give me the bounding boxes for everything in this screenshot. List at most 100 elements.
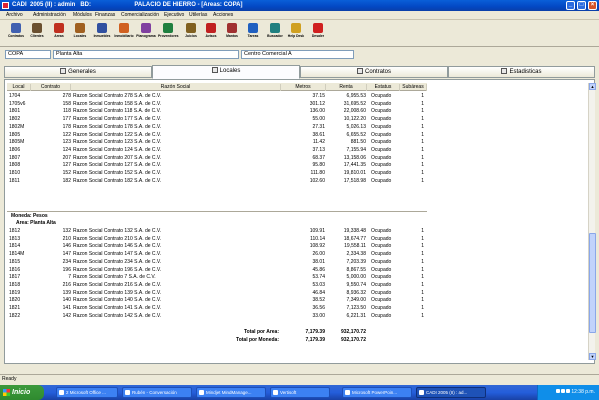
table-row[interactable]: 1802 177 Razon Social Contrato 177 S.A. de…: [7, 116, 427, 123]
table-row[interactable]: 1811 182 Razon Social Contrato 182 S.A. de…: [7, 178, 427, 185]
table-row[interactable]: 1817 7 Razon Social Contrato 7 S.A. de C.V…: [7, 274, 427, 281]
table-row[interactable]: 1821 141 Razon Social Contrato 141 S.A. de…: [7, 305, 427, 312]
menu-utilerias[interactable]: Utilerías: [189, 12, 207, 18]
tab-locales[interactable]: Locales: [152, 65, 300, 79]
toolbar-button-contratos[interactable]: Contratos: [6, 22, 26, 45]
cell-subareas: 1: [421, 312, 424, 319]
menu-comercializacion[interactable]: Comercialización: [121, 12, 159, 18]
table-row[interactable]: 1805 122 Razon Social Contrato 122 S.A. de…: [7, 132, 427, 139]
table-row[interactable]: 1802M 178 Razon Social Contrato 178 S.A. d…: [7, 124, 427, 131]
table-row[interactable]: 1819 139 Razon Social Contrato 139 S.A. de…: [7, 290, 427, 297]
toolbar-button-clientes[interactable]: Clientes: [27, 22, 47, 45]
areas-icon: [54, 23, 64, 33]
cell-renta: 17,441.35: [343, 162, 366, 169]
table-row[interactable]: 1805M 123 Razon Social Contrato 123 S.A. d…: [7, 139, 427, 146]
toolbar-button-areas[interactable]: Areas: [49, 22, 69, 45]
table-row[interactable]: 1705v6 158 Razon Social Contrato 158 S.A. …: [7, 101, 427, 108]
menu-finanzas[interactable]: Finanzas: [95, 12, 115, 18]
menu-ejecutivo[interactable]: Ejecutivo: [164, 12, 184, 18]
col-renta[interactable]: Renta: [326, 84, 367, 91]
taskbar-item-mindmanager[interactable]: Mindjet MindManage...: [196, 387, 266, 398]
cell-razon-social: Razon Social Contrato 216 S.A. de C.V.: [73, 281, 162, 288]
table-row[interactable]: 1820 140 Razon Social Contrato 140 S.A. de…: [7, 297, 427, 304]
table-row[interactable]: 1814M 147 Razon Social Contrato 147 S.A. d…: [7, 251, 427, 258]
scroll-down-icon[interactable]: ▼: [589, 353, 596, 360]
toolbar-button-planograma[interactable]: Planograma: [136, 22, 156, 45]
taskbar-item-vertisoft[interactable]: Vertisoft: [270, 387, 330, 398]
taskbar-item-chat[interactable]: Rubén - Conversación: [122, 387, 192, 398]
toolbar-button-help-desk[interactable]: Help Desk: [286, 22, 306, 45]
area-name-field[interactable]: Planta Alta: [53, 50, 239, 59]
center-name-field[interactable]: Centro Comercial A: [241, 50, 354, 59]
scroll-thumb[interactable]: [589, 233, 596, 333]
table-row[interactable]: 1815 234 Razon Social Contrato 234 S.A. de…: [7, 259, 427, 266]
start-label: Inicio: [12, 389, 31, 396]
maximize-button[interactable]: □: [577, 1, 586, 10]
taskbar-item-powerpoint[interactable]: Microsoft PowerPoin...: [342, 387, 412, 398]
tab-contratos[interactable]: Contratos: [300, 66, 448, 78]
vertical-scrollbar[interactable]: ▲ ▼: [588, 83, 596, 360]
toolbar-label: Clientes: [30, 34, 44, 38]
cell-local: 1814: [9, 243, 21, 250]
menu-modulos[interactable]: Módulos: [73, 12, 92, 18]
col-estatus[interactable]: Estatus: [367, 84, 400, 91]
col-razon-social[interactable]: Razón Social: [71, 84, 281, 91]
table-row[interactable]: 1816 196 Razon Social Contrato 196 S.A. de…: [7, 267, 427, 274]
col-local[interactable]: Local: [7, 84, 31, 91]
cell-contrato: 234: [62, 258, 71, 265]
toolbar-button-locales[interactable]: Locales: [70, 22, 90, 45]
cell-local: 1810: [9, 170, 21, 176]
col-metros[interactable]: Metros: [281, 84, 326, 91]
cell-contrato: 140: [62, 297, 71, 304]
tray-icon[interactable]: [566, 389, 571, 393]
tray-icon[interactable]: [556, 389, 561, 393]
toolbar-button-tareas[interactable]: Tareas: [243, 22, 263, 45]
menu-archivo[interactable]: Archivo: [6, 12, 23, 18]
table-row[interactable]: 1801 118 Razon Social Contrato 118 S.A. de…: [7, 108, 427, 115]
office-icon: [59, 390, 64, 395]
menu-acciones[interactable]: Acciones: [213, 12, 233, 18]
cell-estatus: Ocupado: [371, 116, 392, 123]
table-row[interactable]: 1807 207 Razon Social Contrato 207 S.A. de…: [7, 155, 427, 162]
scroll-up-icon[interactable]: ▲: [589, 83, 596, 90]
toolbar-label: Mantos: [226, 34, 238, 38]
table-row[interactable]: 1822 142 Razon Social Contrato 142 S.A. de…: [7, 313, 427, 320]
col-subareas[interactable]: Subáreas: [400, 84, 427, 91]
table-row[interactable]: 1818 216 Razon Social Contrato 216 S.A. de…: [7, 282, 427, 289]
minimize-button[interactable]: _: [566, 1, 575, 10]
table-row[interactable]: 1810 152 Razon Social Contrato 152 S.A. de…: [7, 170, 427, 177]
tray-icon[interactable]: [561, 389, 566, 393]
table-row[interactable]: 1812 132 Razon Social Contrato 132 S.A. de…: [7, 228, 427, 235]
toolbar-button-inmuebles[interactable]: Inmuebles: [92, 22, 112, 45]
table-row[interactable]: 1813 210 Razon Social Contrato 210 S.A. de…: [7, 236, 427, 243]
toolbar-button-buscador[interactable]: Buscador: [265, 22, 285, 45]
cell-subareas: 1: [421, 116, 424, 123]
cell-metros: 38.52: [312, 297, 325, 304]
cell-contrato: 142: [62, 312, 71, 319]
cell-subareas: 1: [421, 93, 424, 99]
col-contrato[interactable]: Contrato: [31, 84, 71, 91]
tab-generales[interactable]: Generales: [4, 66, 152, 78]
toolbar-button-mantos[interactable]: Mantos: [222, 22, 242, 45]
cell-razon-social: Razon Social Contrato 147 S.A. de C.V.: [73, 251, 162, 258]
cell-estatus: Ocupado: [371, 177, 392, 184]
toolbar-button-inmobiliario[interactable]: Inmobiliario: [114, 22, 134, 45]
menu-administracion[interactable]: Administración: [33, 12, 66, 18]
toolbar-button-avisos[interactable]: Avisos: [201, 22, 221, 45]
close-button[interactable]: ×: [588, 1, 597, 10]
cell-contrato: 210: [62, 235, 71, 242]
toolbar-button-juicios[interactable]: Juicios: [181, 22, 201, 45]
taskbar-item-cadi[interactable]: CADI 2005 (II) : ad...: [416, 387, 486, 398]
tab-estadisticas[interactable]: Estadisticas: [448, 66, 595, 78]
toolbar-button-desaler[interactable]: Desaler: [308, 22, 328, 45]
cell-metros: 110.14: [310, 235, 325, 242]
start-button[interactable]: Inicio: [0, 385, 44, 400]
table-row[interactable]: 1704 278 Razon Social Contrato 278 S.A. de…: [7, 93, 427, 100]
table-row[interactable]: 1808 127 Razon Social Contrato 127 S.A. de…: [7, 162, 427, 169]
table-row[interactable]: 1814 146 Razon Social Contrato 146 S.A. de…: [7, 243, 427, 250]
table-row[interactable]: 1806 124 Razon Social Contrato 124 S.A. de…: [7, 147, 427, 154]
toolbar-button-proveedores[interactable]: Proveedores: [158, 22, 179, 45]
area-code-field[interactable]: COPA: [5, 50, 51, 59]
cell-razon-social: Razon Social Contrato 182 S.A. de C.V.: [73, 177, 162, 184]
taskbar-item-office[interactable]: 2 Microsoft Office ...: [56, 387, 118, 398]
